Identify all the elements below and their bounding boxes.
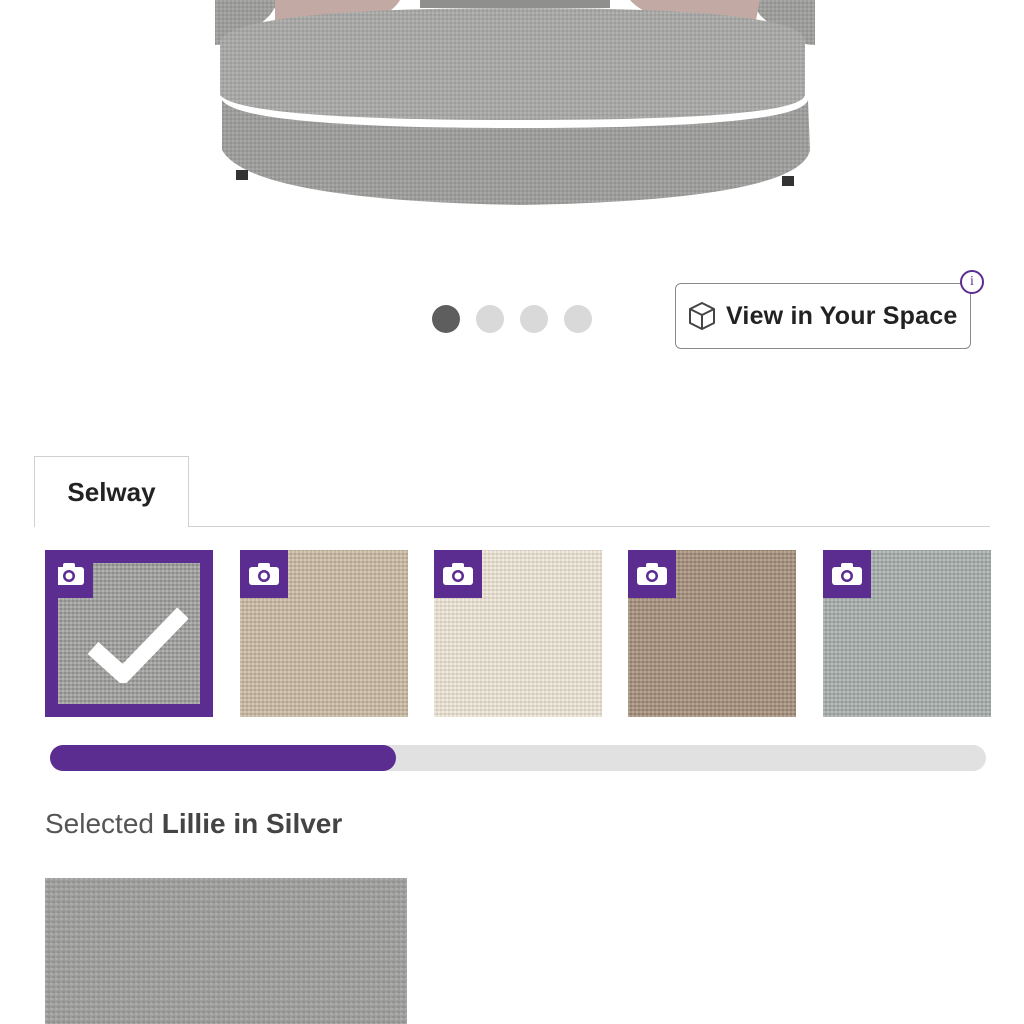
swatch-scrollbar-thumb[interactable]: [50, 745, 397, 771]
carousel-dots: [432, 305, 592, 333]
view-in-your-space-button[interactable]: View in Your Space: [675, 283, 971, 349]
checkmark-icon: [88, 607, 188, 683]
carousel-dot-2[interactable]: [476, 305, 504, 333]
camera-icon[interactable]: [240, 550, 288, 598]
swatch-2[interactable]: [240, 550, 408, 717]
carousel-dot-3[interactable]: [520, 305, 548, 333]
swatch-3[interactable]: [434, 550, 602, 717]
view-in-your-space-label: View in Your Space: [726, 301, 958, 330]
product-image: [215, 0, 815, 205]
camera-icon[interactable]: [628, 550, 676, 598]
cube-icon: [689, 302, 715, 330]
swatch-4[interactable]: [628, 550, 796, 717]
camera-icon[interactable]: [58, 563, 93, 598]
carousel-dot-4[interactable]: [564, 305, 592, 333]
selected-fabric-name: Lillie in Silver: [161, 808, 343, 839]
selected-prefix: Selected: [45, 808, 154, 839]
tab-selway[interactable]: Selway: [34, 456, 189, 527]
camera-icon[interactable]: [823, 550, 871, 598]
carousel-dot-1[interactable]: [432, 305, 460, 333]
info-icon[interactable]: i: [960, 270, 984, 294]
selected-fabric-text: Selected Lillie in Silver: [45, 808, 342, 840]
swatch-scrollbar[interactable]: [50, 745, 986, 771]
fabric-preview-image: [45, 878, 407, 1024]
swatch-5[interactable]: [823, 550, 991, 717]
swatch-silver[interactable]: [45, 550, 213, 717]
camera-icon[interactable]: [434, 550, 482, 598]
